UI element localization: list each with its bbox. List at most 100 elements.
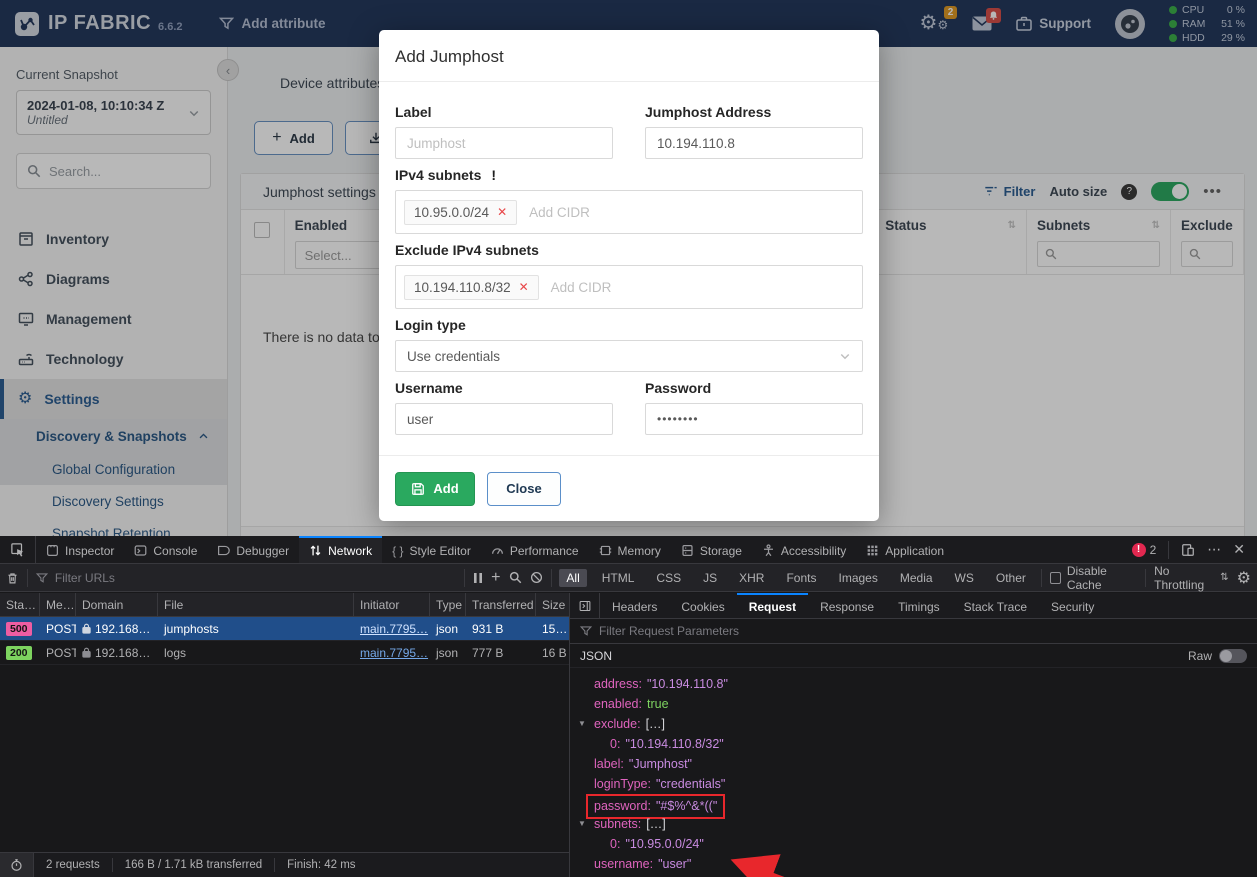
initiator-link[interactable]: main.7795… (360, 622, 428, 636)
modal-footer: Add Close (379, 455, 879, 521)
login-type-label: Login type (395, 317, 863, 333)
expand-arrow-icon[interactable]: ▼ (578, 714, 586, 734)
login-type-select[interactable]: Use credentials (395, 340, 863, 372)
password-input[interactable] (645, 403, 863, 435)
exclude-subnets-input[interactable]: 10.194.110.8/32 ✕ Add CIDR (395, 265, 863, 309)
column-size[interactable]: Size (536, 593, 570, 616)
tab-performance[interactable]: Performance (481, 536, 589, 563)
tab-console[interactable]: Console (124, 536, 207, 563)
add-jumphost-modal: Add Jumphost Label Jumphost Address IPv4… (379, 30, 879, 521)
subnets-input[interactable]: 10.95.0.0/24 ✕ Add CIDR (395, 190, 863, 234)
expand-arrow-icon[interactable]: ▼ (578, 814, 586, 834)
json-row-logintype[interactable]: loginType"credentials" (570, 774, 1257, 794)
tab-inspector[interactable]: Inspector (36, 536, 124, 563)
filter-request-parameters-box[interactable] (570, 619, 1257, 644)
filter-images[interactable]: Images (831, 569, 884, 587)
tab-debugger[interactable]: Debugger (207, 536, 299, 563)
search-requests-button[interactable] (509, 571, 522, 584)
tab-response[interactable]: Response (808, 593, 886, 618)
tab-memory[interactable]: Memory (589, 536, 671, 563)
tab-stack-trace[interactable]: Stack Trace (952, 593, 1039, 618)
column-file[interactable]: File (158, 593, 354, 616)
json-row-address[interactable]: address"10.194.110.8" (570, 674, 1257, 694)
pick-element-button[interactable] (0, 536, 36, 563)
responsive-mode-button[interactable] (1181, 543, 1195, 557)
username-label: Username (395, 380, 613, 396)
tab-timings[interactable]: Timings (886, 593, 952, 618)
filter-xhr[interactable]: XHR (732, 569, 771, 587)
raw-toggle[interactable] (1219, 649, 1247, 663)
subnets-field-label: IPv4 subnets ! (395, 167, 863, 183)
tab-security[interactable]: Security (1039, 593, 1106, 618)
filter-urls-input[interactable] (55, 571, 336, 585)
filter-media[interactable]: Media (893, 569, 940, 587)
json-row-password[interactable]: password"#$%^&*((" (570, 794, 1257, 814)
request-row-logs[interactable]: 200 POST 192.168… logs main.7795… json 7… (0, 641, 569, 665)
save-floppy-icon (411, 482, 425, 496)
json-row-exclude-0[interactable]: 0"10.194.110.8/32" (570, 734, 1257, 754)
filter-other[interactable]: Other (989, 569, 1033, 587)
filter-request-parameters-input[interactable] (599, 624, 1247, 638)
devtools-panel: Inspector Console Debugger Network { } S… (0, 536, 1257, 877)
column-method[interactable]: Me… (40, 593, 76, 616)
disable-cache-checkbox[interactable]: Disable Cache (1050, 564, 1137, 592)
json-row-label[interactable]: label"Jumphost" (570, 754, 1257, 774)
tab-network[interactable]: Network (299, 536, 382, 563)
devtools-tabbar: Inspector Console Debugger Network { } S… (0, 536, 1257, 564)
exclude-field-label: Exclude IPv4 subnets (395, 242, 863, 258)
modal-header: Add Jumphost (379, 30, 879, 82)
tab-storage[interactable]: Storage (671, 536, 752, 563)
tab-request[interactable]: Request (737, 593, 808, 618)
label-input[interactable] (395, 127, 613, 159)
tab-application[interactable]: Application (856, 536, 954, 563)
block-request-button[interactable] (530, 571, 543, 584)
column-initiator[interactable]: Initiator (354, 593, 430, 616)
column-domain[interactable]: Domain (76, 593, 158, 616)
pause-requests-button[interactable] (473, 572, 483, 584)
app-window: IP FABRIC 6.6.2 Add attribute ⚙⚙ 2 (0, 0, 1257, 536)
exclamation-icon: ! (491, 167, 496, 183)
error-count-badge[interactable]: ! 2 (1132, 543, 1157, 557)
tab-headers[interactable]: Headers (600, 593, 669, 618)
add-request-button[interactable]: + (491, 569, 500, 587)
add-cidr-placeholder: Add CIDR (529, 205, 590, 220)
initiator-link[interactable]: main.7795… (360, 646, 428, 660)
network-settings-gear-icon[interactable]: ⚙ (1237, 568, 1251, 588)
filter-html[interactable]: HTML (595, 569, 642, 587)
json-row-subnets-0[interactable]: 0"10.95.0.0/24" (570, 834, 1257, 854)
column-status[interactable]: Sta… (0, 593, 40, 616)
filter-all[interactable]: All (559, 569, 586, 587)
remove-tag-icon[interactable]: ✕ (519, 280, 529, 294)
json-row-exclude[interactable]: ▼exclude[…] (570, 714, 1257, 734)
request-list: Sta… Me… Domain File Initiator Type Tran… (0, 593, 570, 877)
jumphost-address-input[interactable] (645, 127, 863, 159)
network-toolbar: + All HTML CSS JS XHR Fonts Images Media… (0, 564, 1257, 592)
filter-urls-box[interactable] (36, 571, 336, 585)
devtools-menu-button[interactable]: ⋯ (1207, 541, 1221, 558)
tab-accessibility[interactable]: Accessibility (752, 536, 856, 563)
remove-tag-icon[interactable]: ✕ (497, 205, 507, 219)
filter-js[interactable]: JS (696, 569, 724, 587)
filter-css[interactable]: CSS (649, 569, 688, 587)
column-type[interactable]: Type (430, 593, 466, 616)
request-details: Headers Cookies Request Response Timings… (570, 593, 1257, 877)
column-transferred[interactable]: Transferred (466, 593, 536, 616)
modal-close-button[interactable]: Close (487, 472, 561, 506)
throttling-select[interactable]: No Throttling ⇅ (1154, 564, 1229, 592)
collapse-details-button[interactable] (570, 593, 600, 618)
timing-toggle-button[interactable] (0, 853, 34, 877)
filter-fonts[interactable]: Fonts (779, 569, 823, 587)
json-row-username[interactable]: username"user" (570, 854, 1257, 874)
clear-requests-button[interactable] (6, 571, 19, 585)
filter-ws[interactable]: WS (948, 569, 981, 587)
transferred-size: 166 B / 1.71 kB transferred (113, 859, 274, 871)
username-input[interactable] (395, 403, 613, 435)
subnet-tag: 10.95.0.0/24 ✕ (404, 200, 517, 225)
json-row-subnets[interactable]: ▼subnets[…] (570, 814, 1257, 834)
request-row-jumphosts[interactable]: 500 POST 192.168… jumphosts main.7795… j… (0, 617, 569, 641)
tab-style-editor[interactable]: { } Style Editor (382, 536, 481, 563)
tab-cookies[interactable]: Cookies (669, 593, 736, 618)
close-devtools-button[interactable]: ✕ (1233, 541, 1245, 558)
json-row-enabled[interactable]: enabledtrue (570, 694, 1257, 714)
modal-add-button[interactable]: Add (395, 472, 475, 506)
